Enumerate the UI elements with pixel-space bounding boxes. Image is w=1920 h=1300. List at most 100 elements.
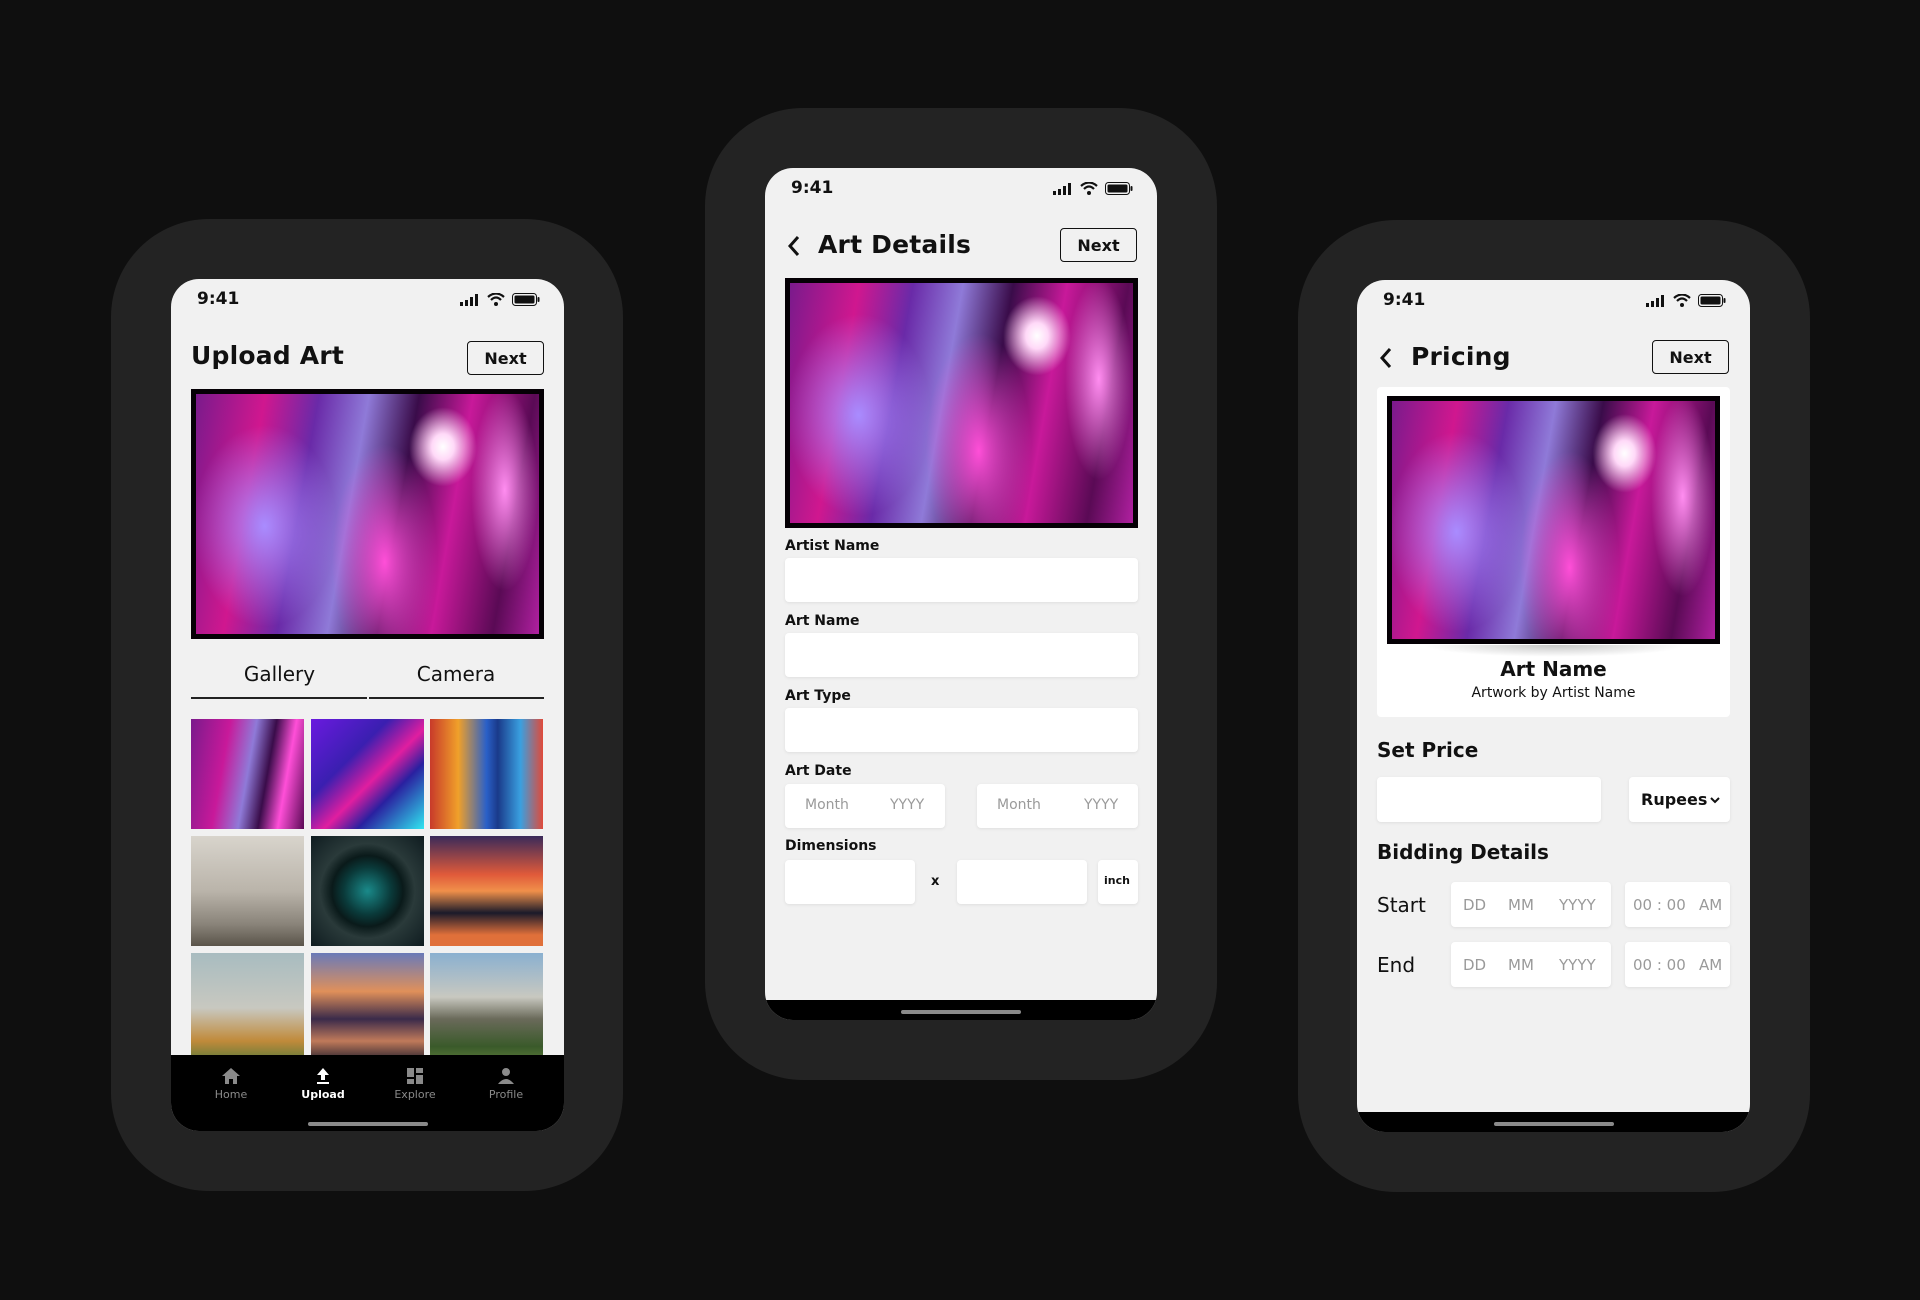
status-time: 9:41: [791, 178, 834, 198]
nav-profile[interactable]: Profile: [476, 1067, 536, 1101]
gallery-thumbnail[interactable]: [430, 953, 543, 1063]
artist-name-input[interactable]: [785, 558, 1138, 602]
home-indicator: [901, 1010, 1021, 1014]
unit-selector[interactable]: inch: [1098, 860, 1138, 904]
gallery-thumbnail[interactable]: [311, 719, 424, 829]
signal-icon: [460, 293, 478, 306]
nav-upload[interactable]: Upload: [293, 1067, 353, 1101]
nav-explore-label: Explore: [394, 1088, 436, 1101]
art-date-label: Art Date: [785, 763, 852, 779]
art-by: Artwork by Artist Name: [1471, 685, 1636, 701]
battery-icon: [1698, 294, 1726, 307]
bidding-heading: Bidding Details: [1377, 840, 1549, 864]
time-placeholder: 00 : 00: [1633, 896, 1686, 914]
month-placeholder: MM: [1508, 896, 1534, 914]
status-bar: 9:41: [171, 279, 564, 321]
home-icon: [222, 1068, 240, 1084]
gallery-thumbnail[interactable]: [191, 719, 304, 829]
height-input[interactable]: [957, 860, 1087, 904]
page-title: Upload Art: [191, 341, 345, 370]
art-preview: [191, 389, 544, 639]
month-placeholder: Month: [805, 797, 849, 813]
tab-underline-gallery: [191, 697, 367, 699]
next-button[interactable]: Next: [1060, 228, 1137, 262]
status-bar: 9:41: [765, 168, 1157, 210]
signal-icon: [1053, 182, 1071, 195]
currency-select[interactable]: Rupees: [1629, 777, 1730, 822]
page-title: Pricing: [1411, 342, 1511, 371]
year-placeholder: YYYY: [1559, 956, 1596, 974]
wifi-icon: [487, 293, 505, 306]
year-placeholder: YYYY: [890, 797, 925, 813]
nav-upload-label: Upload: [301, 1088, 345, 1101]
currency-value: Rupees: [1641, 790, 1708, 809]
explore-icon: [407, 1068, 423, 1084]
price-input[interactable]: [1377, 777, 1601, 822]
art-date-end-input[interactable]: Month YYYY: [977, 784, 1138, 828]
art-type-input[interactable]: [785, 708, 1138, 752]
art-date-start-input[interactable]: Month YYYY: [785, 784, 945, 828]
back-arrow-icon[interactable]: [787, 235, 801, 257]
unit-label: inch: [1104, 874, 1130, 887]
tab-gallery[interactable]: Gallery: [191, 662, 368, 686]
art-name-label: Art Name: [785, 613, 860, 629]
art-name-input[interactable]: [785, 633, 1138, 677]
dimension-separator: x: [931, 874, 940, 889]
nav-explore[interactable]: Explore: [385, 1067, 445, 1101]
start-label: Start: [1377, 893, 1426, 917]
art-type-label: Art Type: [785, 688, 851, 704]
end-date-input[interactable]: DD MM YYYY: [1451, 942, 1611, 987]
end-label: End: [1377, 953, 1416, 977]
start-time-input[interactable]: 00 : 00 AM: [1625, 882, 1730, 927]
month-placeholder: Month: [997, 797, 1041, 813]
year-placeholder: YYYY: [1084, 797, 1119, 813]
next-button[interactable]: Next: [1652, 340, 1729, 374]
nav-profile-label: Profile: [488, 1088, 524, 1101]
start-date-input[interactable]: DD MM YYYY: [1451, 882, 1611, 927]
back-arrow-icon[interactable]: [1379, 347, 1393, 369]
wifi-icon: [1080, 182, 1098, 195]
ampm-placeholder: AM: [1699, 956, 1723, 974]
gallery-thumbnail[interactable]: [191, 836, 304, 946]
time-placeholder: 00 : 00: [1633, 956, 1686, 974]
gallery-thumbnail[interactable]: [430, 836, 543, 946]
year-placeholder: YYYY: [1559, 896, 1596, 914]
upload-screen: 9:41 Upload Art Next Gallery Camera Home…: [171, 279, 564, 1131]
status-time: 9:41: [1383, 290, 1426, 310]
artist-name-label: Artist Name: [785, 538, 880, 554]
details-screen: 9:41 Art Details Next Artist Name Art Na…: [765, 168, 1157, 1020]
art-preview: [1387, 396, 1720, 644]
day-placeholder: DD: [1463, 956, 1487, 974]
art-card: Art Name Artwork by Artist Name: [1377, 387, 1730, 717]
profile-icon: [498, 1068, 514, 1084]
set-price-heading: Set Price: [1377, 738, 1479, 762]
month-placeholder: MM: [1508, 956, 1534, 974]
wifi-icon: [1673, 294, 1691, 307]
art-shadow: [1422, 645, 1687, 657]
tab-camera[interactable]: Camera: [368, 662, 544, 686]
gallery-thumbnail[interactable]: [311, 836, 424, 946]
bottom-bar: [1357, 1112, 1750, 1132]
page-title: Art Details: [818, 230, 972, 259]
status-time: 9:41: [197, 289, 240, 309]
end-time-input[interactable]: 00 : 00 AM: [1625, 942, 1730, 987]
art-name: Art Name: [1500, 657, 1607, 681]
gallery-thumbnail[interactable]: [191, 953, 304, 1063]
bottom-bar: [765, 1000, 1157, 1020]
gallery-thumbnail[interactable]: [430, 719, 543, 829]
upload-icon: [317, 1068, 329, 1084]
signal-icon: [1646, 294, 1664, 307]
art-preview: [785, 278, 1138, 528]
home-indicator: [1494, 1122, 1614, 1126]
next-button[interactable]: Next: [467, 341, 544, 375]
gallery-thumbnail[interactable]: [311, 953, 424, 1063]
bottom-nav: Home Upload Explore Profile: [171, 1055, 564, 1131]
tab-underline-camera: [369, 697, 544, 699]
chevron-down-icon: [1710, 797, 1720, 804]
width-input[interactable]: [785, 860, 915, 904]
pricing-screen: 9:41 Pricing Next Art Name Artwork by Ar…: [1357, 280, 1750, 1132]
ampm-placeholder: AM: [1699, 896, 1723, 914]
status-bar: 9:41: [1357, 280, 1750, 322]
nav-home[interactable]: Home: [201, 1067, 261, 1101]
battery-icon: [1105, 182, 1133, 195]
